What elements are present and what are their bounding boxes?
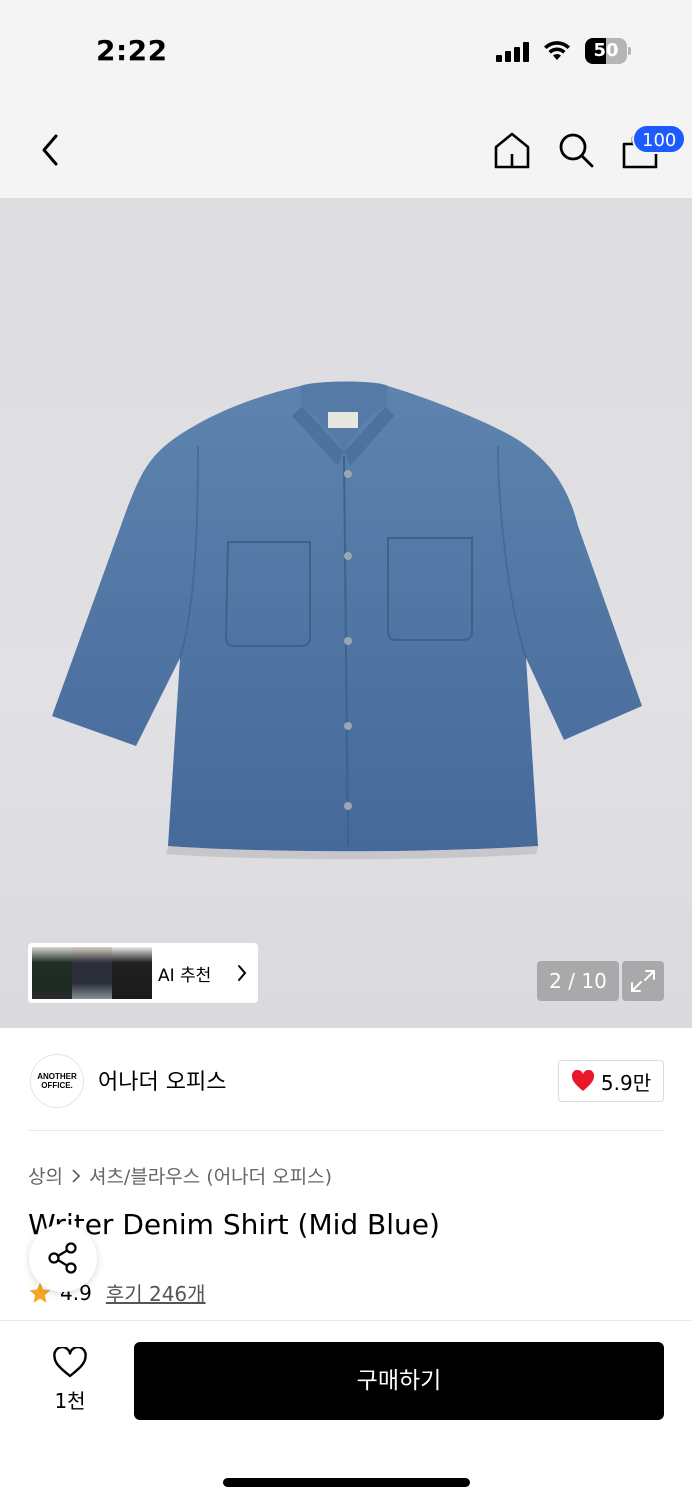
search-icon[interactable] bbox=[556, 130, 596, 170]
bottom-action-bar: 1천 구매하기 bbox=[0, 1320, 692, 1500]
image-pager: 2 / 10 bbox=[537, 961, 619, 1001]
top-nav-bar bbox=[0, 100, 692, 198]
chevron-right-icon bbox=[72, 1168, 81, 1183]
brand-name[interactable]: 어나더 오피스 bbox=[98, 1064, 226, 1096]
brand-logo[interactable]: ANOTHER OFFICE. bbox=[30, 1054, 84, 1108]
product-image-denim-shirt bbox=[52, 381, 642, 860]
share-button[interactable] bbox=[29, 1224, 97, 1292]
expand-button[interactable] bbox=[622, 961, 664, 1001]
home-indicator bbox=[223, 1478, 470, 1487]
heart-filled-icon bbox=[571, 1070, 594, 1091]
ai-recommend-button[interactable]: AI 추천 bbox=[28, 943, 258, 1003]
breadcrumb-subcategory[interactable]: 셔츠/블라우스 (어나더 오피스) bbox=[89, 1162, 332, 1189]
brand-logo-text: ANOTHER OFFICE. bbox=[37, 1072, 77, 1090]
wishlist-count: 1천 bbox=[54, 1389, 86, 1413]
expand-icon bbox=[631, 970, 655, 992]
ai-recommend-label: AI 추천 bbox=[158, 965, 212, 986]
home-icon[interactable] bbox=[492, 130, 532, 170]
product-image-gallery[interactable]: AI 추천 2 / 10 bbox=[0, 198, 692, 1028]
wishlist-button[interactable]: 1천 bbox=[36, 1345, 104, 1414]
brand-row: ANOTHER OFFICE. 어나더 오피스 5.9만 bbox=[0, 1030, 692, 1130]
back-arrow-icon[interactable] bbox=[32, 130, 68, 170]
ai-recommend-thumbnails bbox=[32, 947, 152, 999]
battery-percent: 50 bbox=[593, 40, 619, 61]
heart-outline-icon bbox=[53, 1345, 87, 1378]
chevron-right-icon bbox=[238, 965, 247, 981]
breadcrumb: 상의 셔츠/블라우스 (어나더 오피스) bbox=[28, 1162, 332, 1189]
divider bbox=[28, 1130, 664, 1131]
cart-count-badge: 100 bbox=[632, 124, 687, 154]
status-bar: 2:22 50 bbox=[0, 0, 692, 100]
product-title: Writer Denim Shirt (Mid Blue) bbox=[28, 1208, 440, 1241]
status-time: 2:22 bbox=[96, 34, 168, 67]
battery-icon: 50 bbox=[585, 38, 631, 64]
share-icon bbox=[48, 1242, 77, 1274]
brand-like-count: 5.9만 bbox=[600, 1070, 652, 1095]
review-count-link[interactable]: 후기 246개 bbox=[106, 1278, 206, 1307]
breadcrumb-category[interactable]: 상의 bbox=[28, 1162, 63, 1189]
buy-button[interactable]: 구매하기 bbox=[134, 1342, 664, 1420]
cellular-signal-icon bbox=[496, 42, 529, 62]
brand-like-button[interactable]: 5.9만 bbox=[558, 1060, 664, 1102]
wifi-icon bbox=[544, 41, 570, 60]
